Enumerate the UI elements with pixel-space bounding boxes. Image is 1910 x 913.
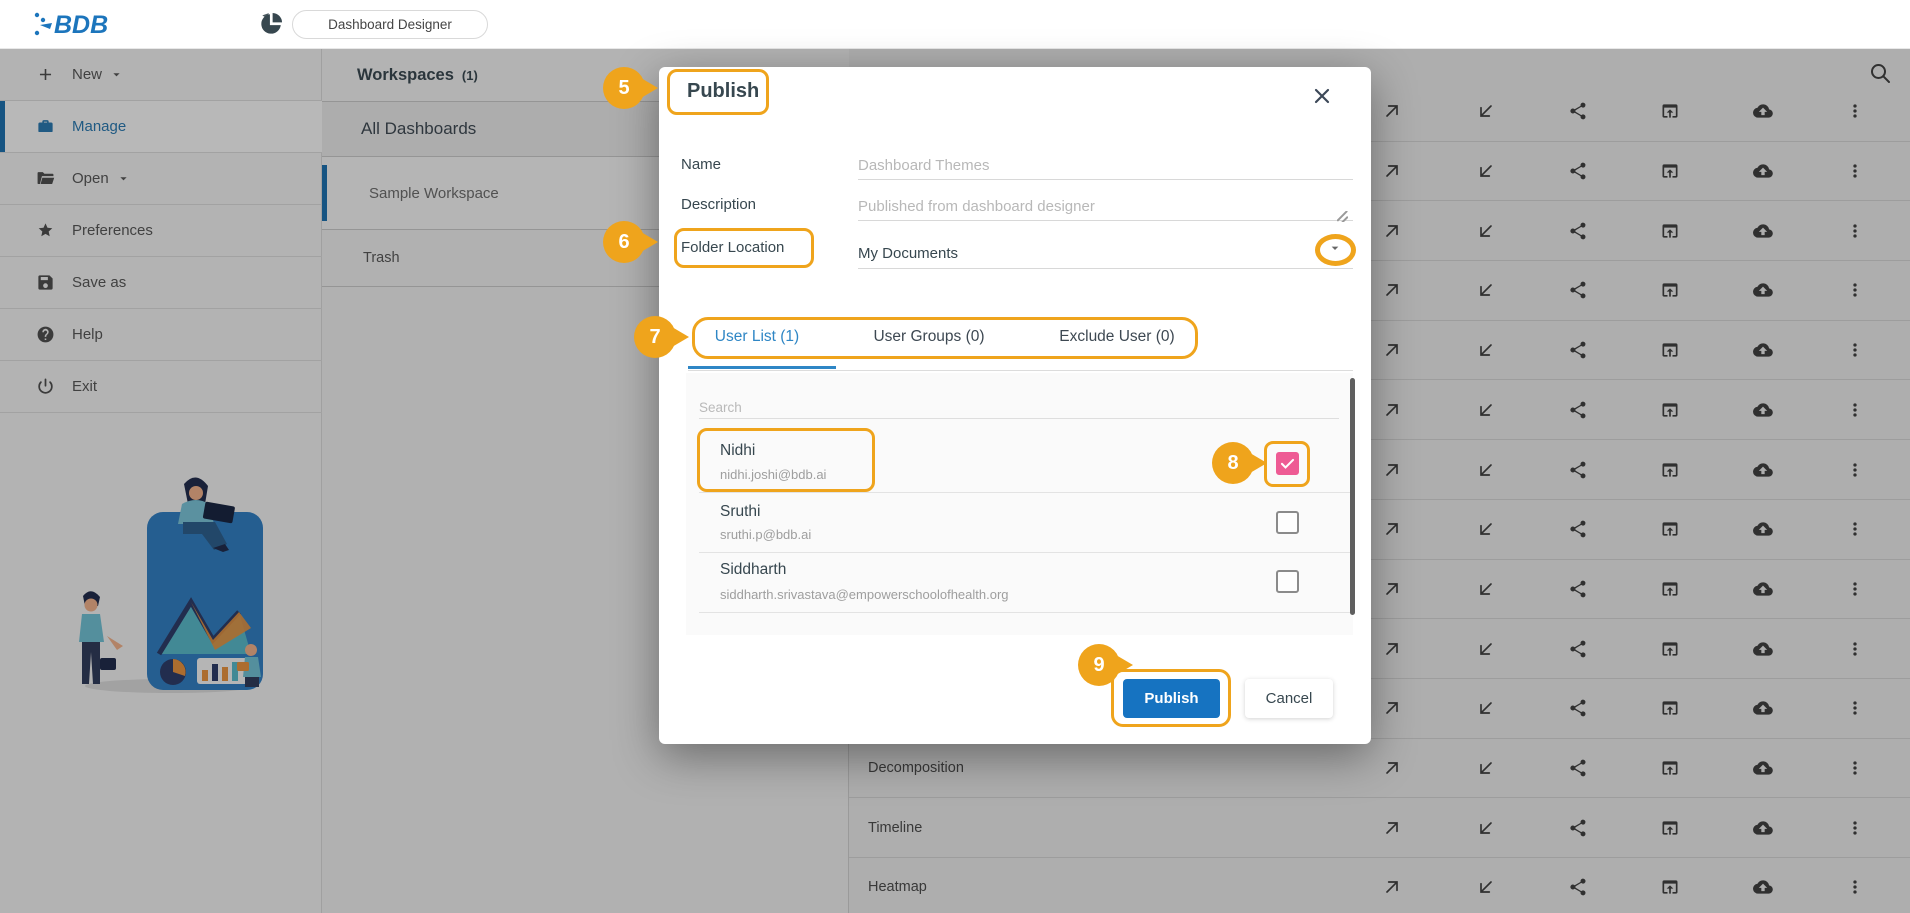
user-list-scrollbar[interactable] [1350, 378, 1355, 615]
user-name: Sruthi [720, 503, 761, 520]
publish-modal: Publish Name Description Folder Location… [659, 67, 1371, 744]
close-icon[interactable] [1310, 84, 1334, 108]
publish-button[interactable]: Publish [1123, 679, 1220, 718]
user-row-divider [699, 552, 1351, 553]
user-name: Siddharth [720, 561, 787, 578]
annotation-box-checkbox [1264, 441, 1310, 487]
bdb-logo[interactable]: BDB [30, 8, 140, 45]
user-search-input[interactable] [699, 397, 1339, 419]
annotation-circle-dropdown [1315, 234, 1356, 266]
description-field[interactable] [858, 193, 1353, 221]
active-tab-underline [688, 366, 836, 369]
svg-text:BDB: BDB [54, 11, 108, 39]
app-title-label: Dashboard Designer [328, 17, 452, 32]
annotation-box-nidhi [697, 428, 875, 492]
folder-location-field[interactable] [858, 239, 1353, 269]
user-checkbox-sruthi[interactable] [1276, 511, 1299, 534]
tab-user-list-1-[interactable]: User List (1) [715, 328, 799, 346]
tab-exclude-user-0-[interactable]: Exclude User (0) [1059, 328, 1174, 346]
folder-location-label: Folder Location [681, 239, 785, 256]
annotation-box-publish-title [667, 69, 769, 115]
tabstrip-divider [688, 370, 1353, 371]
user-email: sruthi.p@bdb.ai [720, 527, 812, 542]
dashboard-designer-app: BDB Dashboard Designer New Manage Open Pref… [0, 0, 1910, 913]
name-label: Name [681, 156, 722, 173]
app-title: Dashboard Designer [292, 10, 488, 39]
description-label: Description [681, 196, 757, 213]
user-row-divider [699, 612, 1351, 613]
top-header: BDB Dashboard Designer [0, 0, 1910, 49]
user-row-divider [699, 492, 1351, 493]
cancel-button[interactable]: Cancel [1245, 679, 1333, 718]
tab-user-groups-0-[interactable]: User Groups (0) [873, 328, 984, 346]
user-checkbox-siddharth[interactable] [1276, 570, 1299, 593]
user-email: siddharth.srivastava@empowerschoolofheal… [720, 587, 1009, 602]
designer-pie-icon [258, 11, 284, 37]
textarea-resize-handle[interactable] [1337, 211, 1348, 222]
name-field[interactable] [858, 152, 1353, 180]
